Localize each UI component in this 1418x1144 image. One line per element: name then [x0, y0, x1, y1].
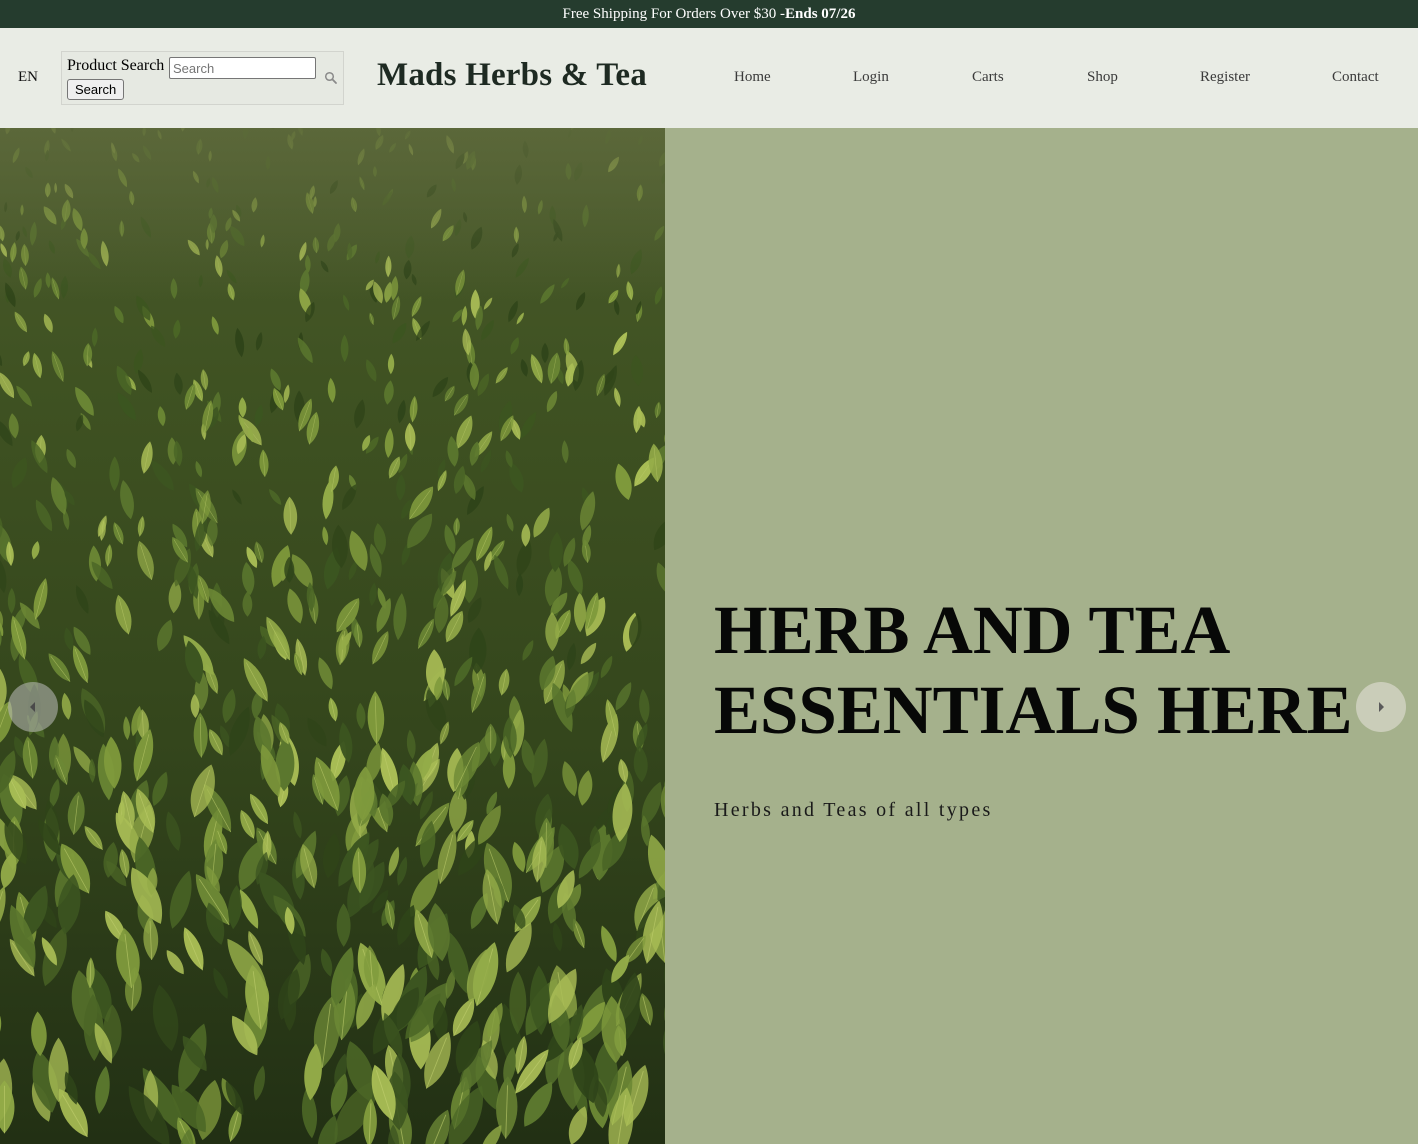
nav-shop[interactable]: Shop [1087, 69, 1118, 86]
chevron-right-icon [1379, 702, 1384, 712]
site-header: EN Product Search Search Mads Herbs & Te… [0, 28, 1418, 128]
search-label: Product Search [67, 57, 165, 74]
hero-title-line2: ESSENTIALS HERE [714, 672, 1353, 748]
hero-title: HERB AND TEA ESSENTIALS HERE [714, 590, 1353, 750]
nav-contact[interactable]: Contact [1332, 69, 1379, 86]
search-icon[interactable] [324, 71, 338, 85]
nav-carts[interactable]: Carts [972, 69, 1004, 86]
chevron-left-icon [30, 702, 35, 712]
announcement-highlight: Ends 07/26 [785, 5, 856, 22]
hero-title-line1: HERB AND TEA [714, 592, 1231, 668]
hero-subtitle: Herbs and Teas of all types [714, 799, 993, 821]
nav-register[interactable]: Register [1200, 69, 1250, 86]
search-button[interactable]: Search [67, 79, 125, 100]
slider-prev-button[interactable] [8, 682, 58, 732]
announcement-bar: Free Shipping For Orders Over $30 - Ends … [0, 0, 1418, 28]
hero-image [0, 128, 665, 1144]
nav-home[interactable]: Home [734, 69, 771, 86]
slider-next-button[interactable] [1356, 682, 1406, 732]
product-search-form: Product Search Search [61, 51, 344, 105]
nav-login[interactable]: Login [853, 69, 889, 86]
search-input[interactable] [169, 57, 316, 79]
site-logo[interactable]: Mads Herbs & Tea [377, 57, 647, 94]
announcement-text: Free Shipping For Orders Over $30 - [562, 5, 785, 22]
language-selector[interactable]: EN [18, 69, 38, 86]
